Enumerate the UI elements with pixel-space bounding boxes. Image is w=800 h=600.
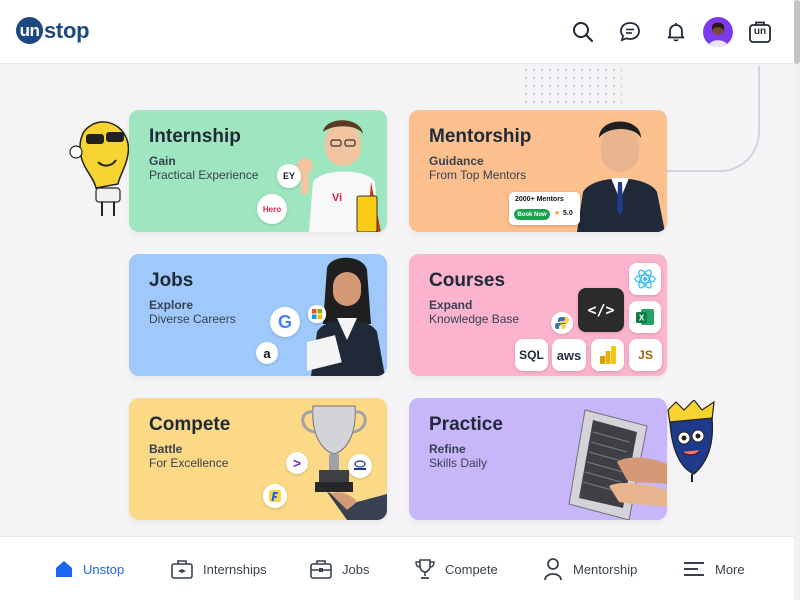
python-icon <box>551 312 573 334</box>
card-subtitle-bold: Explore <box>149 298 194 312</box>
card-subtitle-bold: Gain <box>149 154 176 168</box>
bag-label: un <box>753 26 767 37</box>
amazon-logo: a <box>256 342 278 364</box>
excel-icon: X <box>629 301 661 333</box>
logo-text: stop <box>44 17 90 43</box>
logo-badge: un <box>16 17 43 44</box>
card-subtitle-bold: Refine <box>429 442 466 456</box>
mascot-robot-illustration <box>664 399 720 489</box>
ey-logo: EY <box>277 164 301 188</box>
card-title: Internship <box>149 126 241 147</box>
person-icon <box>544 558 562 581</box>
nav-item-compete[interactable]: Compete <box>414 537 498 600</box>
card-subtitle: Knowledge Base <box>429 312 520 326</box>
scroll-thumb[interactable] <box>794 0 800 64</box>
top-header: un stop un <box>0 0 800 64</box>
home-icon <box>56 561 72 577</box>
nav-label: More <box>715 561 745 577</box>
avatar[interactable] <box>703 17 733 47</box>
briefcase-icon <box>310 560 332 579</box>
mentorship-card[interactable]: Mentorship Guidance From Top Mentors 200… <box>409 110 667 232</box>
hero-logo: Hero <box>257 194 287 224</box>
bell-icon[interactable] <box>662 18 690 46</box>
nav-label: Unstop <box>83 561 125 577</box>
mascot-bulb-illustration <box>68 112 134 227</box>
nav-label: Jobs <box>342 561 370 577</box>
card-title: Compete <box>149 414 231 435</box>
card-subtitle: For Excellence <box>149 456 229 470</box>
microsoft-logo <box>308 305 326 323</box>
card-title: Mentorship <box>429 126 532 147</box>
card-title: Jobs <box>149 270 194 291</box>
card-title: Practice <box>429 414 503 435</box>
star-icon: ★ <box>554 210 561 217</box>
courses-card[interactable]: Courses Expand Knowledge Base </> X SQL … <box>409 254 667 376</box>
card-subtitle: Practical Experience <box>149 168 259 182</box>
card-subtitle: Skills Daily <box>429 456 488 470</box>
nav-label: Mentorship <box>573 561 638 577</box>
practice-card[interactable]: Practice Refine Skills Daily <box>409 398 667 520</box>
un-bag-icon[interactable]: un <box>746 18 774 46</box>
card-subtitle: From Top Mentors <box>429 168 527 182</box>
code-icon: </> <box>578 288 624 332</box>
card-subtitle: Diverse Careers <box>149 312 236 326</box>
aws-icon: aws <box>552 339 586 371</box>
bottom-nav: Unstop Internships Jobs Compete Mentorsh… <box>0 536 794 600</box>
mentors-count: 2000+ Mentors <box>515 196 564 203</box>
google-logo: G <box>270 307 300 337</box>
rating-value: 5.0 <box>563 210 573 217</box>
nav-item-jobs[interactable]: Jobs <box>309 537 369 600</box>
svg-text:X: X <box>639 314 645 323</box>
nav-label: Internships <box>203 561 267 577</box>
accenture-logo: > <box>286 452 308 474</box>
mentors-badge: 2000+ Mentors Book Now ★ 5.0 <box>509 192 580 225</box>
react-icon <box>629 263 661 295</box>
nav-item-internships[interactable]: Internships <box>170 537 267 600</box>
card-subtitle-bold: Battle <box>149 442 183 456</box>
unstop-logo[interactable]: un stop <box>16 17 90 44</box>
jobs-card[interactable]: Jobs Explore Diverse Careers G a <box>129 254 387 376</box>
sql-icon: SQL <box>515 339 548 371</box>
internship-bag-icon <box>171 560 193 579</box>
vi-logo: Vi <box>332 192 343 204</box>
scrollbar[interactable] <box>794 0 800 600</box>
book-now-button[interactable]: Book Now <box>514 209 550 220</box>
card-subtitle-bold: Guidance <box>429 154 484 168</box>
compete-card[interactable]: Compete Battle For Excellence > <box>129 398 387 520</box>
nav-item-more[interactable]: More <box>682 537 745 600</box>
js-icon: JS <box>629 339 662 371</box>
internship-card[interactable]: Internship Gain Practical Experience EY … <box>129 110 387 232</box>
nav-item-unstop[interactable]: Unstop <box>54 537 124 600</box>
chat-icon[interactable] <box>616 18 644 46</box>
card-title: Courses <box>429 270 506 291</box>
tata-logo <box>348 454 372 478</box>
flipkart-logo <box>263 484 287 508</box>
trophy-icon <box>415 559 435 579</box>
menu-icon <box>684 562 704 576</box>
nav-item-mentorship[interactable]: Mentorship <box>542 537 637 600</box>
laptop-illustration <box>568 409 667 520</box>
search-icon[interactable] <box>569 18 597 46</box>
nav-label: Compete <box>445 561 498 577</box>
powerbi-icon <box>591 339 624 371</box>
mentor-illustration <box>577 121 665 232</box>
card-subtitle-bold: Expand <box>429 298 473 312</box>
